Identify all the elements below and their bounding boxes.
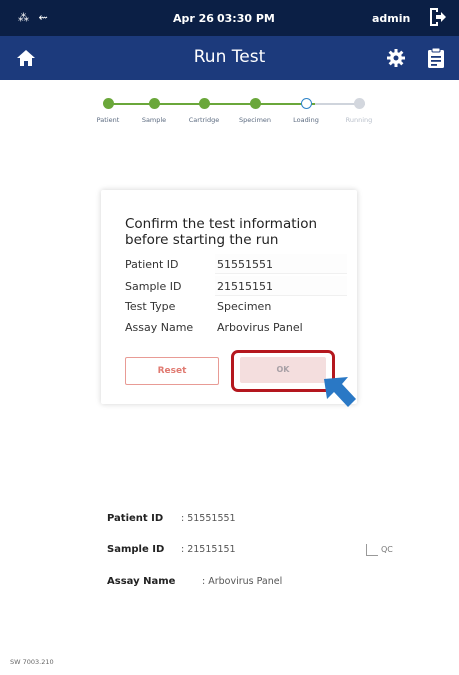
- ok-button[interactable]: OK: [240, 357, 326, 383]
- row-label: Test Type: [125, 300, 176, 313]
- software-version: SW 7003.210: [10, 658, 54, 666]
- row-label: Sample ID: [125, 280, 182, 293]
- step-running: Running: [331, 92, 387, 124]
- step-cartridge: Cartridge: [176, 92, 232, 124]
- status-bar: ⁂ ⇜ Apr 26 03:30 PM admin: [0, 0, 459, 36]
- step-specimen: Specimen: [227, 92, 283, 124]
- step-done-icon: [198, 98, 210, 109]
- confirm-dialog: Confirm the test information before star…: [101, 190, 357, 404]
- step-current-icon: [300, 98, 312, 109]
- logout-icon[interactable]: [427, 6, 447, 28]
- step-done-icon: [249, 98, 261, 109]
- summary-assay-name: Assay Name : Arbovirus Panel: [107, 576, 283, 587]
- row-label: Patient ID: [125, 258, 179, 271]
- summary-patient-id: Patient ID : 51551551: [107, 513, 236, 524]
- row-value: 21515151: [217, 280, 273, 293]
- row-label: Assay Name: [125, 321, 194, 334]
- row-value: Arbovirus Panel: [217, 321, 303, 334]
- dialog-row-test-type: Test Type Specimen: [125, 300, 271, 313]
- dialog-row-sample-id: Sample ID 21515151: [125, 276, 347, 296]
- row-value: 51551551: [217, 258, 273, 271]
- step-done-icon: [102, 98, 114, 109]
- step-loading: Loading: [278, 92, 334, 124]
- pointer-arrow-icon: [324, 377, 356, 407]
- qc-label: QC: [381, 545, 393, 554]
- dialog-row-patient-id: Patient ID 51551551: [125, 254, 347, 274]
- row-value: Specimen: [217, 300, 272, 313]
- step-sample: Sample: [126, 92, 182, 124]
- status-date: Apr 26: [173, 12, 214, 25]
- dialog-row-assay-name: Assay Name Arbovirus Panel: [125, 321, 303, 334]
- status-time: 03:30 PM: [217, 12, 275, 25]
- network-usb-icons: ⁂ ⇜: [18, 11, 51, 24]
- progress-stepper: Patient Sample Cartridge Specimen Loadin…: [80, 92, 390, 132]
- gear-icon[interactable]: [386, 48, 406, 68]
- dialog-heading: Confirm the test information before star…: [125, 216, 318, 248]
- summary-sample-id: Sample ID : 21515151: [107, 544, 236, 555]
- step-pending-icon: [353, 98, 365, 109]
- step-done-icon: [148, 98, 160, 109]
- clipboard-icon[interactable]: [427, 47, 445, 69]
- qc-checkbox[interactable]: [366, 544, 378, 556]
- reset-button[interactable]: Reset: [125, 357, 219, 385]
- title-bar: Run Test: [0, 36, 459, 80]
- status-user: admin: [372, 12, 411, 25]
